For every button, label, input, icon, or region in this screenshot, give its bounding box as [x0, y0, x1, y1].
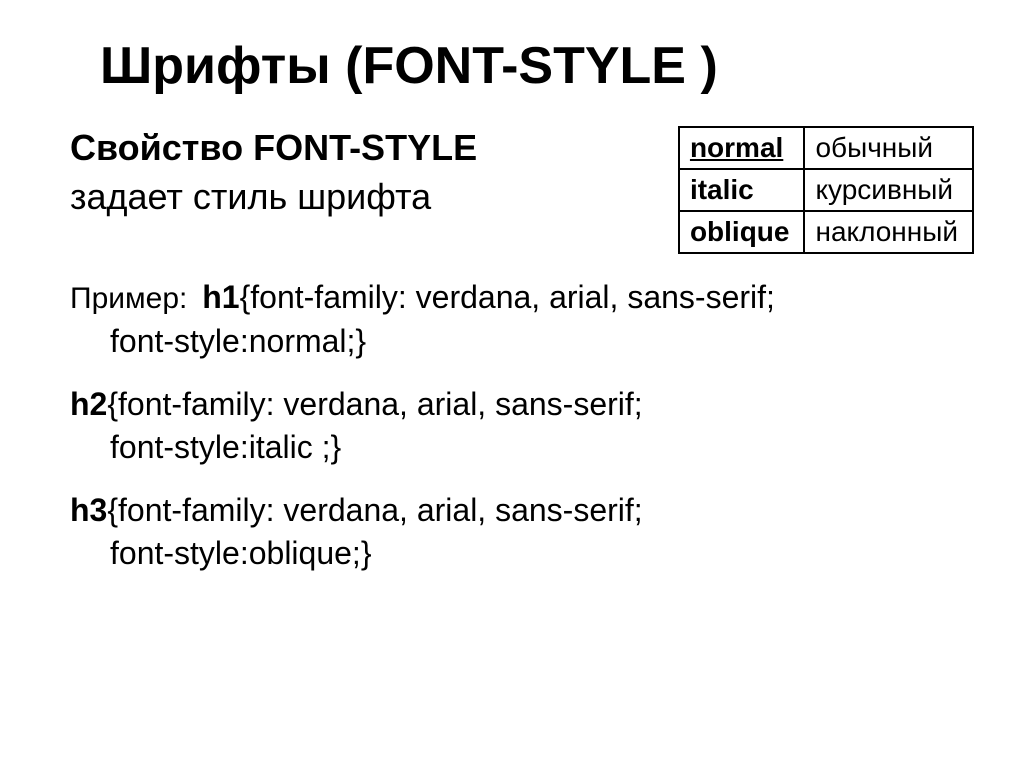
selector: h1 — [202, 279, 239, 315]
table-key-cell: italic — [679, 169, 805, 211]
slide-title: Шрифты (FONT-STYLE ) — [100, 36, 974, 96]
rule-line: {font-family: verdana, arial, sans-serif… — [107, 492, 642, 528]
selector: h2 — [70, 386, 107, 422]
example-3: h3{font-family: verdana, arial, sans-ser… — [70, 489, 974, 575]
property-label: Свойство FONT-STYLE — [70, 127, 477, 168]
rule-line: font-style:normal;} — [110, 323, 366, 359]
rule-line: font-style:oblique;} — [110, 535, 372, 571]
table-key-cell: normal — [679, 127, 805, 169]
property-name: FONT-STYLE — [253, 127, 477, 168]
intro-row: Свойство FONT-STYLE задает стиль шрифта … — [70, 124, 974, 254]
slide: Шрифты (FONT-STYLE ) Свойство FONT-STYLE… — [0, 0, 1024, 768]
rule-line: font-style:italic ;} — [110, 429, 341, 465]
table-row: oblique наклонный — [679, 211, 973, 253]
example-label: Пример: — [70, 282, 187, 315]
table-value-cell: наклонный — [804, 211, 973, 253]
selector: h3 — [70, 492, 107, 528]
table-key-cell: oblique — [679, 211, 805, 253]
property-prefix: Свойство — [70, 127, 253, 168]
rule-line: {font-family: verdana, arial, sans-serif… — [107, 386, 642, 422]
rule-line: {font-family: verdana, arial, sans-serif… — [240, 279, 775, 315]
table-key: normal — [690, 132, 783, 163]
table-value-cell: обычный — [804, 127, 973, 169]
example-1: Пример: h1{font-family: verdana, arial, … — [70, 276, 974, 363]
example-2: h2{font-family: verdana, arial, sans-ser… — [70, 383, 974, 469]
table-row: italic курсивный — [679, 169, 973, 211]
intro-text: Свойство FONT-STYLE задает стиль шрифта — [70, 124, 660, 221]
property-desc: задает стиль шрифта — [70, 176, 431, 217]
font-style-table: normal обычный italic курсивный oblique … — [678, 126, 974, 254]
table-value-cell: курсивный — [804, 169, 973, 211]
table-row: normal обычный — [679, 127, 973, 169]
